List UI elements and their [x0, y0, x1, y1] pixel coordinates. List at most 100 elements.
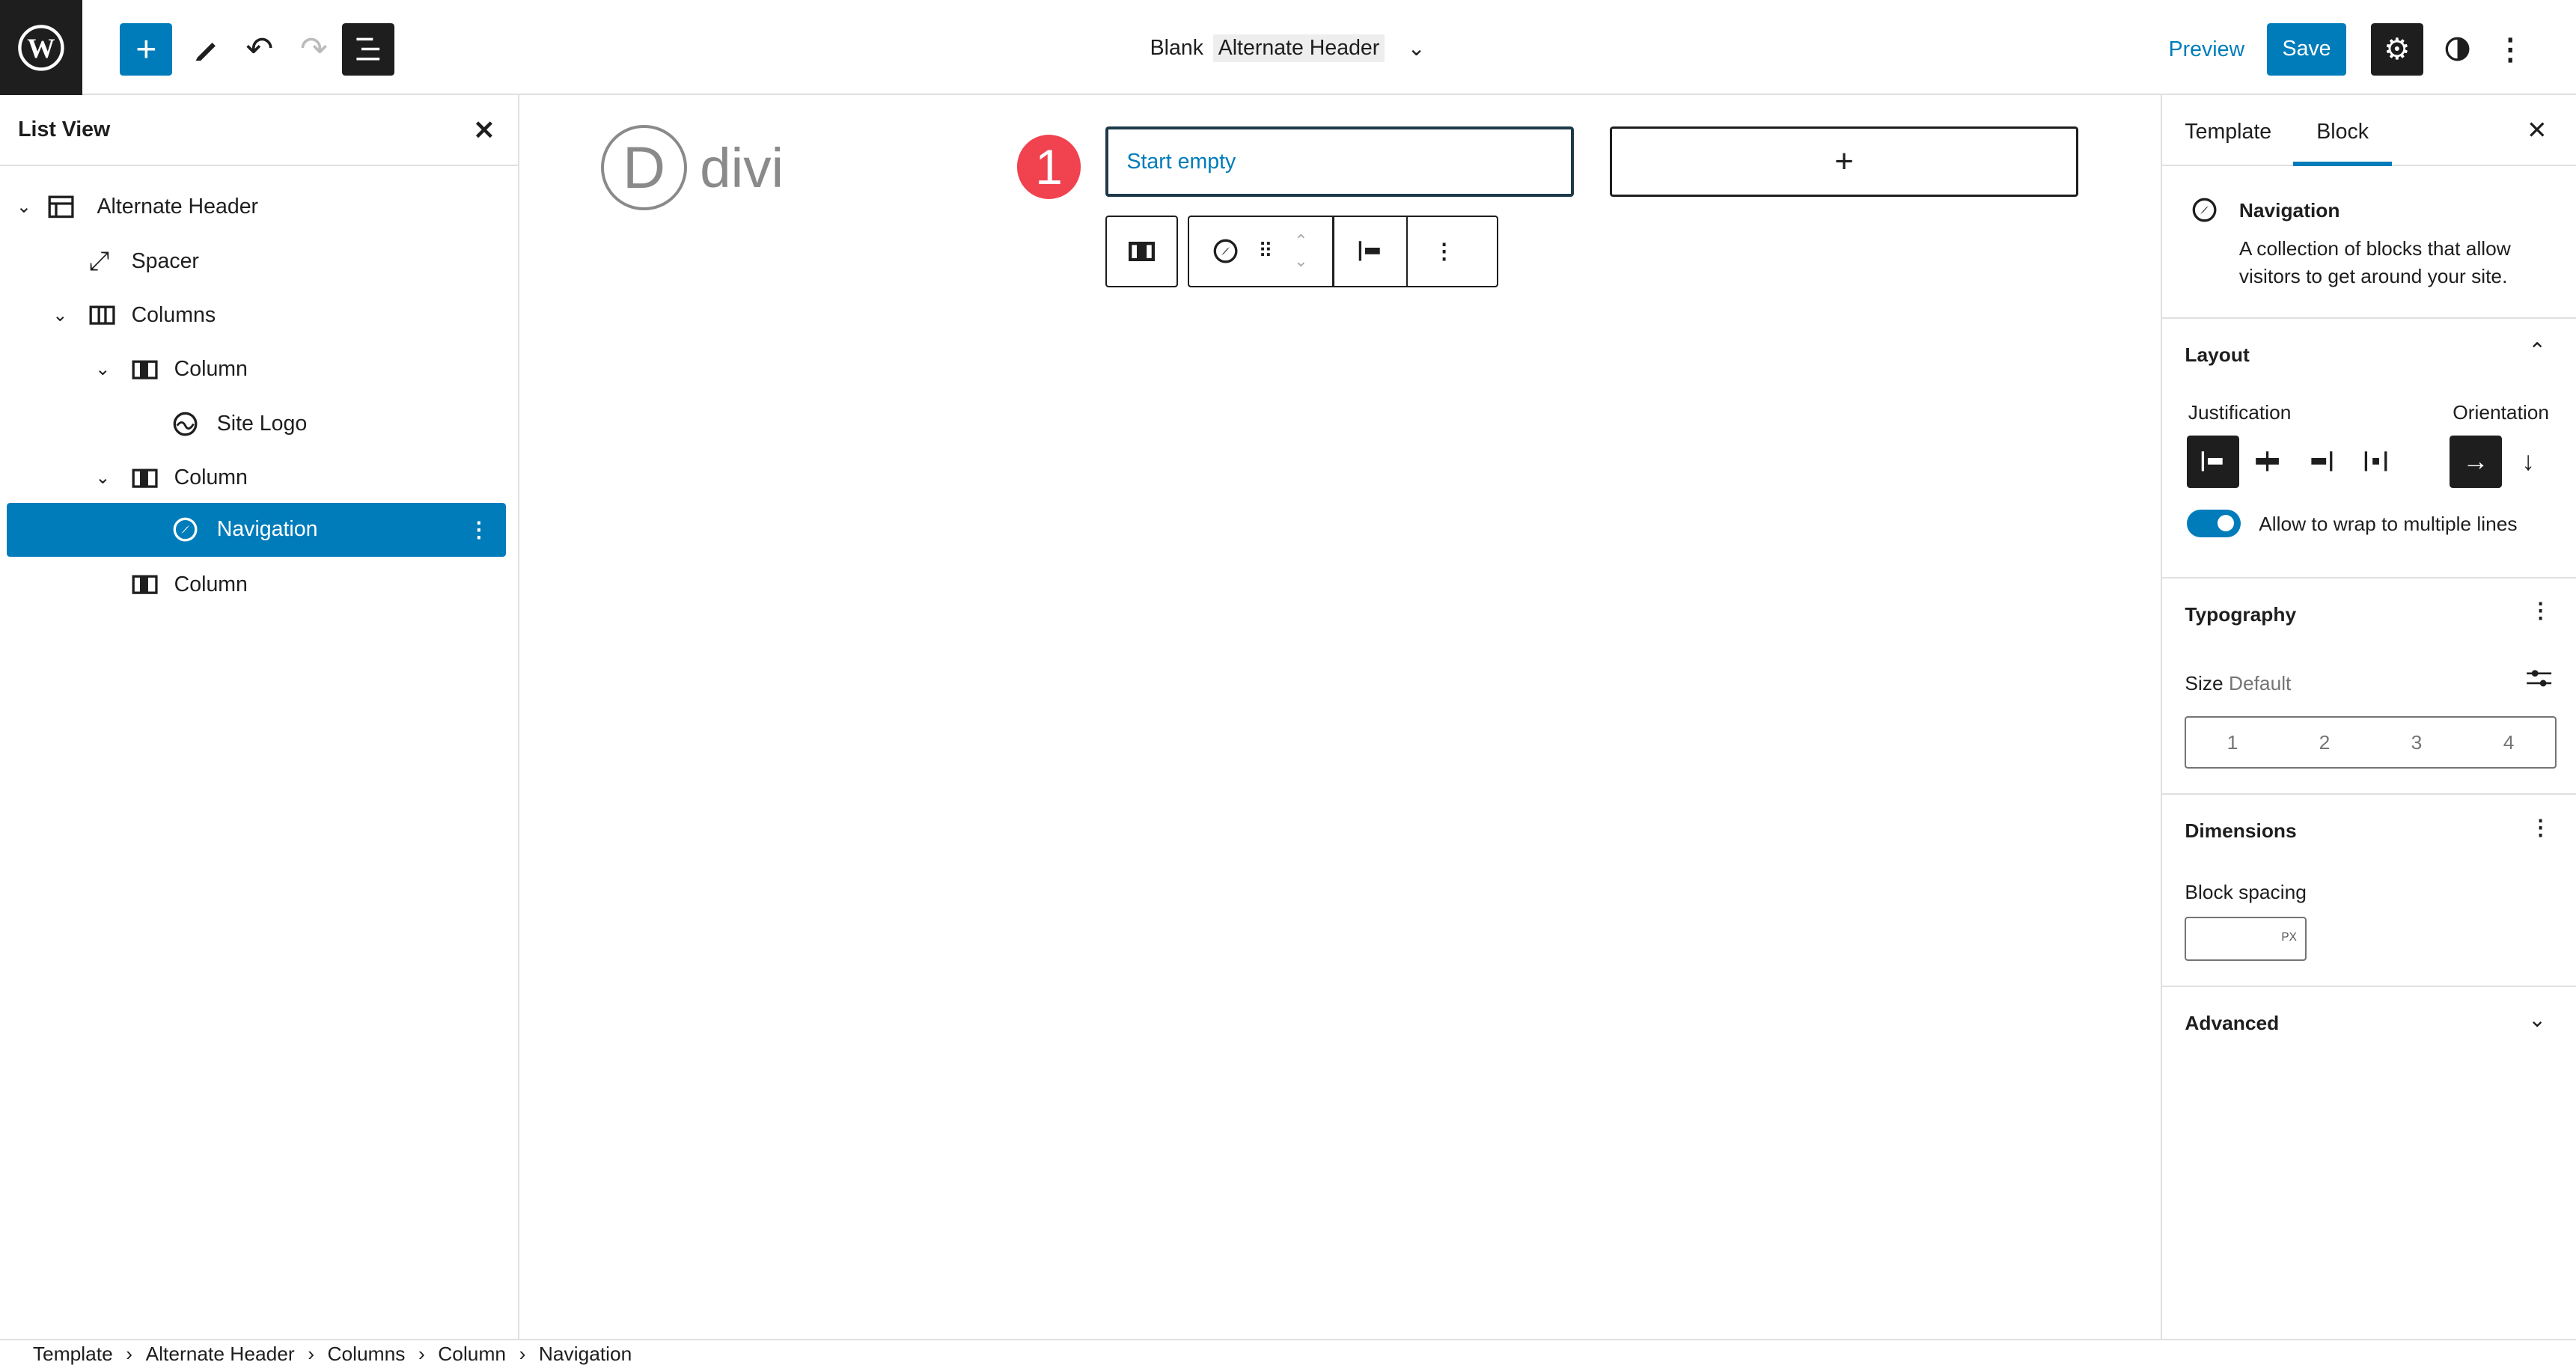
compass-icon[interactable]	[1212, 238, 1239, 264]
kebab-icon[interactable]: ⋮	[468, 517, 490, 543]
wrap-label: Allow to wrap to multiple lines	[2259, 512, 2518, 535]
site-logo[interactable]: D divi	[601, 124, 784, 210]
list-item-label: Column	[174, 465, 248, 490]
justify-left-icon[interactable]	[1334, 239, 1407, 263]
justify-space-between-button[interactable]	[2349, 436, 2402, 488]
list-item[interactable]: ⤢ Spacer	[7, 235, 506, 287]
pencil-icon	[195, 43, 216, 61]
compass-icon	[172, 516, 216, 543]
close-icon[interactable]: ✕	[473, 115, 495, 146]
dimensions-title: Dimensions	[2185, 819, 2297, 843]
orientation-vertical-button[interactable]: ↓	[2502, 436, 2554, 488]
template-part-icon	[48, 195, 97, 219]
list-item-label: Column	[174, 357, 248, 382]
kebab-icon[interactable]: ⋮	[2530, 815, 2551, 840]
list-view-button[interactable]	[341, 22, 394, 76]
settings-button[interactable]: ⚙	[2370, 22, 2423, 76]
wrap-toggle[interactable]	[2186, 509, 2241, 537]
arrow-right-icon: →	[2462, 446, 2489, 476]
list-view-panel: List View ✕ ⌄ Alternate Header ⤢ Spacer ⌄ C…	[0, 95, 519, 1340]
arrow-down-icon: ↓	[2521, 446, 2535, 476]
styles-button[interactable]	[2432, 23, 2484, 76]
logo-text: divi	[700, 135, 784, 199]
justification-label: Justification	[2188, 400, 2292, 424]
undo-icon: ↶	[245, 31, 274, 68]
size-option[interactable]: 2	[2278, 731, 2370, 754]
orientation-horizontal-button[interactable]: →	[2449, 435, 2503, 488]
options-button[interactable]: ⋮	[2484, 23, 2536, 76]
list-item[interactable]: ⌄ Columns	[7, 289, 506, 341]
kebab-icon: ⋮	[2495, 32, 2526, 66]
svg-text:W: W	[27, 34, 55, 64]
orientation-label: Orientation	[2453, 400, 2550, 424]
compass-icon	[2191, 197, 2218, 223]
list-item[interactable]: Column	[7, 558, 506, 611]
breadcrumb-item: Navigation	[538, 1343, 632, 1366]
start-empty-button[interactable]: Start empty	[1105, 126, 1574, 198]
column-icon	[132, 360, 174, 379]
list-item-label: Column	[174, 572, 248, 596]
tab-block[interactable]: Block	[2293, 95, 2392, 166]
column-icon	[132, 575, 174, 595]
size-option[interactable]: 3	[2370, 731, 2462, 754]
block-spacing-input[interactable]: PX	[2185, 916, 2307, 962]
layout-title: Layout	[2185, 343, 2250, 366]
list-item-label: Navigation	[216, 517, 318, 542]
document-title[interactable]: Blank Alternate Header ⌄	[1150, 34, 1425, 63]
justify-center-button[interactable]	[2241, 436, 2293, 488]
list-item-label: Columns	[131, 302, 216, 327]
tab-template[interactable]: Template	[2185, 120, 2271, 144]
list-item[interactable]: ⌄ Alternate Header	[7, 180, 506, 233]
wordpress-logo-button[interactable]: W	[0, 0, 82, 96]
breadcrumb-item[interactable]: Alternate Header	[146, 1343, 295, 1366]
redo-button[interactable]: ↷	[287, 23, 340, 76]
breadcrumb-item[interactable]: Column	[438, 1343, 506, 1366]
save-button[interactable]: Save	[2267, 22, 2346, 76]
list-item[interactable]: ⌄ Column	[7, 452, 506, 504]
add-block-button[interactable]: +	[120, 22, 173, 76]
drag-handle-icon[interactable]: ⠿	[1258, 239, 1272, 263]
kebab-icon[interactable]: ⋮	[1408, 239, 1480, 264]
list-item-label: Site Logo	[216, 411, 308, 436]
justify-left-button[interactable]	[2186, 435, 2239, 488]
undo-button[interactable]: ↶	[234, 23, 286, 76]
add-block-appender[interactable]: +	[1610, 126, 2078, 198]
breadcrumb-item[interactable]: Template	[33, 1343, 113, 1366]
block-toolbar: ⠿ ⌃ ⌄ ⋮	[1188, 215, 1498, 288]
size-option[interactable]: 4	[2463, 731, 2555, 754]
font-size-picker: 1 2 3 4	[2185, 716, 2557, 769]
site-logo-icon	[172, 411, 216, 437]
advanced-title: Advanced	[2185, 1012, 2280, 1035]
block-title: Navigation	[2238, 198, 2340, 222]
template-name: Alternate Header	[1213, 34, 1385, 63]
list-item[interactable]: Site Logo	[7, 397, 506, 450]
size-option[interactable]: 1	[2186, 731, 2278, 754]
tools-button[interactable]	[179, 23, 231, 76]
step-badge: 1	[1016, 134, 1081, 199]
justify-right-button[interactable]	[2295, 436, 2347, 488]
column-icon	[132, 468, 174, 488]
template-prefix: Blank	[1150, 36, 1203, 61]
size-label-text: Size	[2185, 671, 2224, 694]
size-value: Default	[2228, 671, 2292, 694]
chevron-up-icon[interactable]: ⌃	[2528, 338, 2546, 364]
move-up-down-icon[interactable]: ⌃ ⌄	[1294, 231, 1307, 271]
breadcrumb-item[interactable]: Columns	[328, 1343, 406, 1366]
advanced-section[interactable]: Advanced ⌄	[2162, 987, 2576, 1061]
sliders-icon[interactable]	[2525, 667, 2553, 690]
chevron-right-icon: ›	[418, 1343, 425, 1366]
size-label: Size Default	[2185, 672, 2291, 695]
kebab-icon[interactable]: ⋮	[2530, 598, 2551, 623]
editor-canvas: D divi 1 Start empty + ⠿ ⌃ ⌄ ⋮	[519, 95, 2161, 1339]
chevron-down-icon: ⌄	[95, 359, 111, 380]
chevron-right-icon: ›	[126, 1343, 133, 1366]
redo-icon: ↷	[299, 31, 328, 68]
preview-button[interactable]: Preview	[2169, 37, 2244, 62]
resize-icon: ⤢	[88, 245, 110, 275]
list-item-selected[interactable]: Navigation ⋮	[6, 502, 507, 558]
breadcrumb: Template › Alternate Header › Columns › Col…	[0, 1339, 2576, 1368]
close-icon[interactable]: ✕	[2527, 115, 2548, 144]
list-item[interactable]: ⌄ Column	[7, 343, 506, 396]
column-icon	[1129, 241, 1156, 261]
select-parent-button[interactable]	[1105, 215, 1178, 288]
